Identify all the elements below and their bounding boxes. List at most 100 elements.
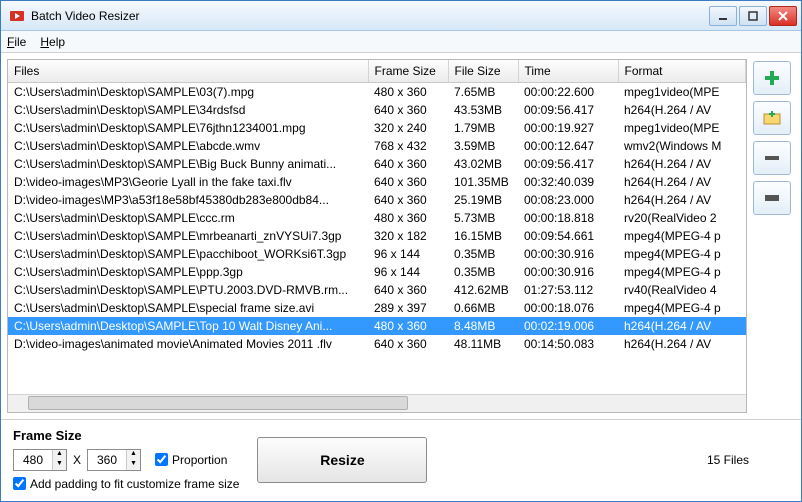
height-spinner[interactable]: ▲▼ [87, 449, 141, 471]
table-row[interactable]: C:\Users\admin\Desktop\SAMPLE\ccc.rm480 … [8, 209, 746, 227]
column-header[interactable]: Time [518, 60, 618, 83]
height-down[interactable]: ▼ [126, 460, 140, 470]
titlebar: Batch Video Resizer [1, 1, 801, 31]
cell: C:\Users\admin\Desktop\SAMPLE\abcde.wmv [8, 137, 368, 155]
table-row[interactable]: C:\Users\admin\Desktop\SAMPLE\mrbeanarti… [8, 227, 746, 245]
x-label: X [73, 453, 81, 467]
cell: 0.35MB [448, 245, 518, 263]
cell: 8.48MB [448, 317, 518, 335]
menu-file[interactable]: File [7, 35, 26, 49]
table-row[interactable]: D:\video-images\MP3\a53f18e58bf45380db28… [8, 191, 746, 209]
cell: C:\Users\admin\Desktop\SAMPLE\ppp.3gp [8, 263, 368, 281]
column-header[interactable]: Files [8, 60, 368, 83]
add-file-button[interactable] [753, 61, 791, 95]
table-row[interactable]: C:\Users\admin\Desktop\SAMPLE\ppp.3gp96 … [8, 263, 746, 281]
cell: C:\Users\admin\Desktop\SAMPLE\Top 10 Wal… [8, 317, 368, 335]
cell: C:\Users\admin\Desktop\SAMPLE\Big Buck B… [8, 155, 368, 173]
table-row[interactable]: C:\Users\admin\Desktop\SAMPLE\Big Buck B… [8, 155, 746, 173]
width-down[interactable]: ▼ [52, 460, 66, 470]
table-row[interactable]: C:\Users\admin\Desktop\SAMPLE\PTU.2003.D… [8, 281, 746, 299]
cell: 00:09:56.417 [518, 101, 618, 119]
width-spinner[interactable]: ▲▼ [13, 449, 67, 471]
cell: 43.53MB [448, 101, 518, 119]
cell: h264(H.264 / AV [618, 317, 746, 335]
cell: C:\Users\admin\Desktop\SAMPLE\PTU.2003.D… [8, 281, 368, 299]
cell: 00:09:56.417 [518, 155, 618, 173]
cell: 00:00:30.916 [518, 245, 618, 263]
cell: mpeg1video(MPE [618, 119, 746, 137]
cell: D:\video-images\animated movie\Animated … [8, 335, 368, 353]
height-input[interactable] [88, 453, 126, 467]
table-row[interactable]: C:\Users\admin\Desktop\SAMPLE\03(7).mpg4… [8, 83, 746, 101]
clear-icon [762, 188, 782, 208]
padding-label: Add padding to fit customize frame size [30, 477, 239, 491]
menu-help[interactable]: Help [40, 35, 65, 49]
framesize-label: Frame Size [13, 428, 239, 443]
table-row[interactable]: C:\Users\admin\Desktop\SAMPLE\abcde.wmv7… [8, 137, 746, 155]
cell: wmv2(Windows M [618, 137, 746, 155]
column-header[interactable]: Frame Size [368, 60, 448, 83]
cell: 320 x 240 [368, 119, 448, 137]
cell: 768 x 432 [368, 137, 448, 155]
cell: 00:00:19.927 [518, 119, 618, 137]
clear-button[interactable] [753, 181, 791, 215]
table-row[interactable]: D:\video-images\MP3\Georie Lyall in the … [8, 173, 746, 191]
column-header[interactable]: File Size [448, 60, 518, 83]
cell: 00:02:19.006 [518, 317, 618, 335]
bottom-panel: Frame Size ▲▼ X ▲▼ Proportion Add paddin… [1, 419, 801, 502]
proportion-checkbox[interactable] [155, 453, 168, 466]
cell: 640 x 360 [368, 155, 448, 173]
table-row[interactable]: C:\Users\admin\Desktop\SAMPLE\pacchiboot… [8, 245, 746, 263]
table-row[interactable]: C:\Users\admin\Desktop\SAMPLE\76jthn1234… [8, 119, 746, 137]
height-up[interactable]: ▲ [126, 450, 140, 460]
cell: D:\video-images\MP3\Georie Lyall in the … [8, 173, 368, 191]
plus-icon [762, 68, 782, 88]
file-count: 15 Files [707, 453, 749, 467]
add-folder-button[interactable] [753, 101, 791, 135]
cell: 320 x 182 [368, 227, 448, 245]
table-row[interactable]: C:\Users\admin\Desktop\SAMPLE\special fr… [8, 299, 746, 317]
cell: 480 x 360 [368, 209, 448, 227]
cell: 0.66MB [448, 299, 518, 317]
table-row[interactable]: D:\video-images\animated movie\Animated … [8, 335, 746, 353]
cell: mpeg4(MPEG-4 p [618, 227, 746, 245]
cell: mpeg4(MPEG-4 p [618, 299, 746, 317]
cell: 00:00:30.916 [518, 263, 618, 281]
cell: h264(H.264 / AV [618, 335, 746, 353]
cell: 96 x 144 [368, 263, 448, 281]
cell: mpeg4(MPEG-4 p [618, 263, 746, 281]
horizontal-scrollbar[interactable] [8, 394, 746, 412]
cell: 00:00:18.818 [518, 209, 618, 227]
padding-checkbox[interactable] [13, 477, 26, 490]
cell: C:\Users\admin\Desktop\SAMPLE\03(7).mpg [8, 83, 368, 101]
cell: 480 x 360 [368, 83, 448, 101]
cell: 43.02MB [448, 155, 518, 173]
cell: C:\Users\admin\Desktop\SAMPLE\pacchiboot… [8, 245, 368, 263]
cell: 412.62MB [448, 281, 518, 299]
cell: rv40(RealVideo 4 [618, 281, 746, 299]
cell: 1.79MB [448, 119, 518, 137]
cell: 101.35MB [448, 173, 518, 191]
resize-button[interactable]: Resize [257, 437, 427, 483]
cell: 640 x 360 [368, 101, 448, 119]
app-icon [9, 8, 25, 24]
table-row[interactable]: C:\Users\admin\Desktop\SAMPLE\Top 10 Wal… [8, 317, 746, 335]
cell: 00:00:22.600 [518, 83, 618, 101]
cell: C:\Users\admin\Desktop\SAMPLE\ccc.rm [8, 209, 368, 227]
remove-button[interactable] [753, 141, 791, 175]
column-header[interactable]: Format [618, 60, 746, 83]
table-row[interactable]: C:\Users\admin\Desktop\SAMPLE\34rdsfsd64… [8, 101, 746, 119]
cell: 00:14:50.083 [518, 335, 618, 353]
cell: 25.19MB [448, 191, 518, 209]
cell: 640 x 360 [368, 335, 448, 353]
maximize-button[interactable] [739, 6, 767, 26]
cell: 7.65MB [448, 83, 518, 101]
cell: 640 x 360 [368, 173, 448, 191]
close-button[interactable] [769, 6, 797, 26]
width-up[interactable]: ▲ [52, 450, 66, 460]
proportion-label: Proportion [172, 453, 227, 467]
minimize-button[interactable] [709, 6, 737, 26]
cell: h264(H.264 / AV [618, 173, 746, 191]
cell: C:\Users\admin\Desktop\SAMPLE\special fr… [8, 299, 368, 317]
width-input[interactable] [14, 453, 52, 467]
